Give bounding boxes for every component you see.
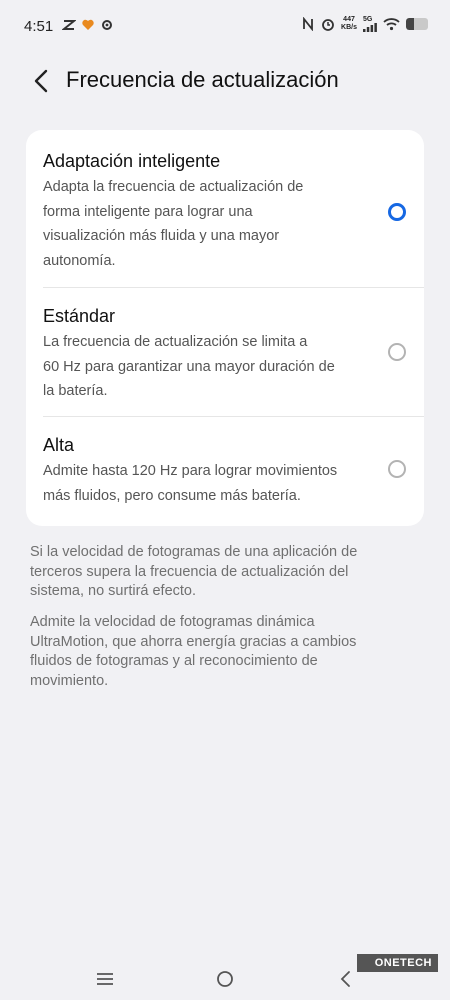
battery-icon [406,18,428,30]
chevron-left-icon [34,69,48,93]
status-right: 447 KB/s 5G [301,16,428,32]
battery-level [406,18,414,30]
option-standard[interactable]: Estándar La frecuencia de actualización … [26,288,424,416]
home-circle-icon [217,971,233,987]
back-button[interactable] [26,66,56,96]
option-adaptive[interactable]: Adaptación inteligente Adapta la frecuen… [26,130,424,287]
nfc-icon [303,17,313,31]
page-title: Frecuencia de actualización [66,67,339,92]
note-third-party: Si la velocidad de fotogramas de una apl… [30,544,358,599]
watermark-logo: ONETECH [356,954,438,972]
cellular-group: 5G [363,16,377,32]
alarm-icon [322,19,334,31]
refresh-rate-options-card: Adaptación inteligente Adapta la frecuen… [26,130,424,526]
status-bar: 4:51 447 KB/s 5G [0,0,450,56]
note-ultramotion: Admite la velocidad de fotogramas dinámi… [30,614,357,689]
option-title: Alta [43,435,75,455]
option-title: Estándar [43,306,116,326]
network-type: 5G [363,16,373,23]
option-title: Adaptación inteligente [43,151,221,171]
notification-icons [62,18,114,32]
heart-icon [82,19,94,30]
chevron-left-icon [340,971,350,987]
home-button[interactable] [212,966,238,992]
wifi-icon [383,18,400,31]
network-speed: 447 KB/s [341,16,357,31]
gear-icon [102,20,112,30]
option-description: Admite hasta 120 Hz para lograr movimien… [43,463,338,504]
status-time: 4:51 [24,18,54,35]
option-description: Adapta la frecuencia de actualización de… [43,179,304,269]
header: Frecuencia de actualización [0,56,450,106]
back-nav-button[interactable] [332,966,358,992]
option-description: La frecuencia de actualización se limita… [43,334,335,399]
radio-standard[interactable] [388,343,406,361]
radio-adaptive[interactable] [388,203,406,221]
link-icon [62,20,76,30]
option-high[interactable]: Alta Admite hasta 120 Hz para lograr mov… [26,417,424,526]
radio-high[interactable] [388,460,406,478]
recents-button[interactable] [92,966,118,992]
menu-icon [97,973,113,985]
signal-icon [363,23,377,32]
